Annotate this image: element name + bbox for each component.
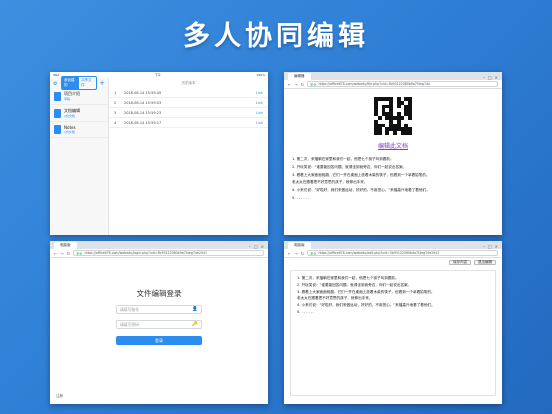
version-list: 历史版本 1 2018-08-14 15:59:45 Link 2 2018-0… (109, 78, 268, 235)
doc-line: 4. 小来们说：“好啦好，我们来做运动，好好的，不用担心。”来福高兴地看了看他们… (292, 188, 430, 193)
reload-icon[interactable]: ↻ (301, 251, 304, 256)
status-time: 下午 (154, 73, 161, 77)
gear-icon[interactable]: ⚙ (53, 81, 57, 87)
maximize-icon[interactable]: □ (488, 75, 492, 80)
document-icon (54, 125, 61, 134)
document-view-screenshot: 编辑器 – □ × ← → ↻ 安全 https://office678.com/w… (284, 72, 502, 235)
doc-line: 1. 第二次，来福躺在家里和我们一起，他把七个孩子叫到跟前。 (292, 157, 394, 161)
url-text: https://office678.com/webedu/login.php?u… (84, 251, 207, 255)
browser-tabbar: 电脑版 – □ × (284, 241, 502, 249)
doc-line: 老太太在跟着把不好意思的孩子，就伸出手来。 (292, 180, 368, 185)
editor-toolbar: 保存内容 退出编辑 (284, 258, 502, 267)
doc-line: 2. 开玩笑说：“谁要能回答问题，就请坐到我旁边，你们一起说出答案。 (292, 164, 407, 169)
url-field[interactable]: 安全 https://office678.com/webedu/file.php… (307, 81, 498, 87)
address-bar: ← → ↻ 安全 https://office678.com/webedu/fi… (284, 80, 502, 89)
doc-line: 5. . . . . . . (292, 196, 310, 201)
exit-edit-button[interactable]: 退出编辑 (474, 260, 496, 265)
login-button[interactable]: 登录 (116, 336, 202, 345)
document-content: 1. 第二次，来福躺在家里和我们一起，他把七个孩子叫到跟前。 2. 开玩笑说：“… (284, 150, 502, 209)
back-icon[interactable]: ← (288, 82, 291, 87)
browser-tab[interactable]: 电脑版 (288, 242, 311, 249)
url-text: https://office678.com/webedu/edit.php?ui… (318, 251, 440, 255)
add-button[interactable]: + (99, 79, 105, 87)
status-battery: 100% (256, 73, 265, 77)
save-button[interactable]: 保存内容 (449, 260, 471, 265)
list-item[interactable]: 2 2018-08-14 15:59:03 Link (109, 98, 268, 108)
doc-line: 3. 看着上大家面面相觑，它们一齐在桌面上放着木柴的筷子，但看到一个拿着铅笔的。 (292, 172, 430, 177)
minimize-icon[interactable]: – (483, 244, 485, 249)
forward-icon[interactable]: → (294, 251, 297, 256)
password-field[interactable]: 请填写密码 🔑 (116, 320, 202, 329)
tab-shared-files[interactable]: 共享文件 (79, 77, 96, 89)
close-icon[interactable]: × (495, 75, 498, 80)
login-title: 文件编辑登录 (136, 289, 182, 298)
back-icon[interactable]: ← (54, 251, 57, 256)
list-header: 历史版本 (181, 80, 196, 85)
folder-item[interactable]: Notes 1份文档 (50, 122, 108, 138)
qr-code (372, 95, 414, 137)
doc-line: 老太太在跟着把不好意思的孩子，就伸出手来。 (297, 296, 373, 301)
folder-item[interactable]: 项目介绍 草稿 (50, 88, 108, 105)
close-icon[interactable]: × (495, 244, 498, 249)
back-icon[interactable]: ← (288, 251, 291, 256)
list-item[interactable]: 1 2018-08-14 15:59:45 Link (109, 88, 268, 98)
segment-control[interactable]: 我创建的 共享文件 (61, 76, 98, 90)
doc-line: 1. 第二次，来福躺在家里和我们一起，他把七个孩子叫到跟前。 (297, 276, 399, 280)
doc-line: 3. 看着上大家面面相觑，它们一齐在桌面上放着木柴的筷子，但看到一个拿着铅笔的。 (297, 289, 435, 294)
secure-label: 安全 (310, 251, 317, 256)
url-field[interactable]: 安全 https://office678.com/webedu/login.ph… (73, 250, 264, 256)
ipad-screenshot: iPad 下午 100% ⚙ 我创建的 共享文件 + 项目介绍 草稿 文档编辑 … (50, 72, 268, 235)
tab-my-files[interactable]: 我创建的 (62, 77, 80, 89)
secure-label: 安全 (310, 82, 317, 87)
doc-line: 5. . . . . . . (297, 310, 315, 315)
close-icon[interactable]: × (261, 244, 264, 249)
hero-title: 多人协同编辑 (183, 21, 369, 52)
login-screenshot: 电脑版 – □ × ← → ↻ 安全 https://office678.com/w… (50, 241, 268, 404)
folder-item[interactable]: 文档编辑 2份文档 (50, 105, 108, 122)
minimize-icon[interactable]: – (483, 75, 485, 80)
document-icon (54, 91, 61, 101)
forward-icon[interactable]: → (60, 251, 63, 256)
maximize-icon[interactable]: □ (488, 244, 492, 249)
edit-document-link[interactable]: 编辑此文档 (284, 141, 502, 150)
list-item[interactable]: 4 2018-08-14 15:59:17 Link (109, 118, 268, 128)
minimize-icon[interactable]: – (249, 244, 251, 249)
browser-tabbar: 编辑器 – □ × (284, 72, 502, 80)
editor-textarea[interactable]: 1. 第二次，来福躺在家里和我们一起，他把七个孩子叫到跟前。 2. 开玩笑说：“… (290, 270, 496, 396)
maximize-icon[interactable]: □ (254, 244, 258, 249)
doc-line: 2. 开玩笑说：“谁要能回答问题，就请坐到我旁边，你们一起说出答案。 (297, 282, 412, 287)
url-text: https://office678.com/webedu/file.php?ui… (318, 82, 430, 86)
sidebar: ⚙ 我创建的 共享文件 + 项目介绍 草稿 文档编辑 2份文档 Notes 1份… (50, 76, 109, 235)
editor-screenshot: 电脑版 – □ × ← → ↻ 安全 https://office678.com/w… (284, 241, 502, 404)
browser-tabbar: 电脑版 – □ × (50, 241, 268, 249)
url-field[interactable]: 安全 https://office678.com/webedu/edit.php… (307, 250, 498, 256)
address-bar: ← → ↻ 安全 https://office678.com/webedu/lo… (50, 249, 268, 258)
key-icon: 🔑 (192, 322, 198, 327)
secure-label: 安全 (76, 251, 83, 256)
doc-line: 4. 小来们说：“好啦好，我们来做运动，好好的，不用担心。”来福高兴地看了看他们… (297, 303, 435, 308)
address-bar: ← → ↻ 安全 https://office678.com/webedu/ed… (284, 249, 502, 258)
forward-icon[interactable]: → (294, 82, 297, 87)
browser-tab[interactable]: 编辑器 (288, 73, 311, 80)
username-field[interactable]: 请填写账号 👤 (116, 305, 202, 314)
register-link[interactable]: 注册 (56, 394, 63, 399)
document-icon (54, 108, 61, 118)
status-device: iPad (53, 73, 60, 77)
browser-tab[interactable]: 电脑版 (54, 242, 77, 249)
reload-icon[interactable]: ↻ (301, 82, 304, 87)
user-icon: 👤 (192, 307, 198, 312)
reload-icon[interactable]: ↻ (67, 251, 70, 256)
list-item[interactable]: 3 2018-08-14 15:59:23 Link (109, 108, 268, 118)
